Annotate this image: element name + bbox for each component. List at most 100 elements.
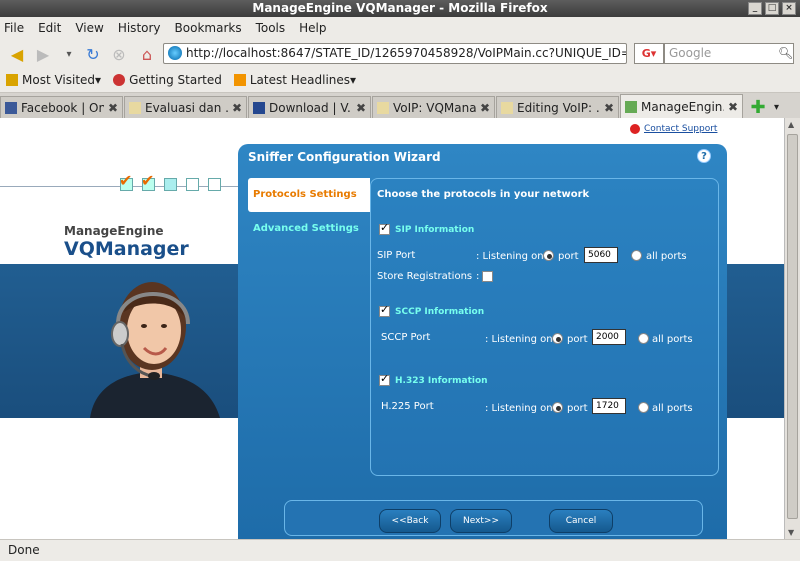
status-text: Done bbox=[8, 543, 40, 557]
close-tab-icon[interactable]: ✖ bbox=[356, 101, 366, 115]
wizard-button-bar: <<Back Next>> Cancel bbox=[284, 500, 703, 536]
sip-all-ports-label: all ports bbox=[646, 251, 687, 262]
tab-voip-vqmana[interactable]: VoIP: VQMana... ✖ bbox=[372, 96, 495, 118]
magnifier-icon[interactable]: 🔍︎ bbox=[778, 46, 793, 60]
contact-support-link[interactable]: Contact Support bbox=[630, 124, 717, 134]
close-tab-icon[interactable]: ✖ bbox=[604, 101, 614, 115]
firefox-icon bbox=[113, 74, 126, 86]
menu-help[interactable]: Help bbox=[299, 21, 326, 35]
scrollbar-thumb[interactable] bbox=[787, 134, 798, 519]
history-dropdown-icon[interactable]: ▾ bbox=[58, 43, 80, 65]
sip-section-label: SIP Information bbox=[395, 224, 475, 235]
sip-checkbox[interactable] bbox=[379, 221, 390, 235]
wizard-side-nav: Protocols Settings Advanced Settings bbox=[248, 178, 370, 246]
h323-section-header: H.323 Information bbox=[379, 372, 488, 386]
home-icon[interactable]: ⌂ bbox=[136, 43, 158, 65]
sip-port-input[interactable]: 5060 bbox=[584, 247, 618, 263]
close-window-button[interactable]: × bbox=[782, 2, 796, 15]
menu-bookmarks[interactable]: Bookmarks bbox=[175, 21, 242, 35]
tab-download[interactable]: Download | V... ✖ bbox=[248, 96, 371, 118]
url-bar[interactable]: http://localhost:8647/STATE_ID/126597045… bbox=[163, 43, 627, 64]
sccp-checkbox[interactable] bbox=[379, 303, 390, 317]
sccp-section-label: SCCP Information bbox=[395, 306, 485, 317]
back-button[interactable]: <<Back bbox=[379, 509, 441, 533]
contact-support-label: Contact Support bbox=[644, 124, 718, 134]
bookmark-label: Latest Headlines▾ bbox=[249, 73, 357, 87]
menu-file[interactable]: File bbox=[4, 21, 24, 35]
back-arrow-icon[interactable]: ◀ bbox=[6, 43, 28, 65]
h225-all-ports-radio[interactable] bbox=[638, 402, 649, 413]
forward-arrow-icon[interactable]: ▶ bbox=[32, 43, 54, 65]
minimize-button[interactable]: _ bbox=[748, 2, 762, 15]
tab-facebook[interactable]: Facebook | On... ✖ bbox=[0, 96, 123, 118]
step-indicator: ✔ bbox=[119, 171, 133, 191]
step-indicator bbox=[208, 178, 221, 191]
menu-tools[interactable]: Tools bbox=[256, 21, 286, 35]
close-tab-icon[interactable]: ✖ bbox=[108, 101, 118, 115]
stop-icon[interactable]: ⊗ bbox=[108, 43, 130, 65]
h225-port-input[interactable]: 1720 bbox=[592, 398, 626, 414]
bookmarks-toolbar: Most Visited▾ Getting Started Latest Hea… bbox=[0, 68, 800, 93]
h323-checkbox[interactable] bbox=[379, 372, 390, 386]
h225-listening-label: : Listening on bbox=[485, 403, 553, 414]
close-tab-icon[interactable]: ✖ bbox=[232, 101, 242, 115]
sip-port-radio[interactable] bbox=[543, 250, 554, 261]
tab-label: Facebook | On... bbox=[21, 100, 104, 115]
tab-evaluasi[interactable]: Evaluasi dan ... ✖ bbox=[124, 96, 247, 118]
h225-all-ports-label: all ports bbox=[652, 403, 693, 414]
sccp-port-radio[interactable] bbox=[552, 333, 563, 344]
wizard-title: Sniffer Configuration Wizard bbox=[248, 150, 441, 164]
status-bar: Done bbox=[0, 539, 800, 561]
nav-advanced-settings[interactable]: Advanced Settings bbox=[248, 212, 370, 246]
page-icon bbox=[377, 101, 389, 114]
tab-editing-voip[interactable]: Editing VoIP: ... ✖ bbox=[496, 96, 619, 118]
maximize-button[interactable]: □ bbox=[765, 2, 779, 15]
scroll-up-arrow-icon[interactable]: ▲ bbox=[788, 120, 794, 129]
page-icon bbox=[129, 101, 141, 114]
vertical-scrollbar[interactable]: ▲ ▼ bbox=[784, 118, 800, 539]
reload-icon[interactable]: ↻ bbox=[82, 43, 104, 65]
cancel-button[interactable]: Cancel bbox=[549, 509, 613, 533]
sccp-listening-label: : Listening on bbox=[485, 334, 553, 345]
sccp-port-input[interactable]: 2000 bbox=[592, 329, 626, 345]
scroll-down-arrow-icon[interactable]: ▼ bbox=[788, 528, 794, 537]
panel-heading: Choose the protocols in your network bbox=[377, 189, 590, 200]
new-tab-plus-icon[interactable]: ✚ bbox=[748, 98, 768, 118]
sip-all-ports-radio[interactable] bbox=[631, 250, 642, 261]
rss-feed-icon bbox=[233, 74, 246, 86]
tab-manageengine[interactable]: ManageEngin... ✖ bbox=[620, 94, 743, 118]
manageengine-logo-text: ManageEngine bbox=[64, 224, 164, 238]
bookmark-getting-started[interactable]: Getting Started bbox=[113, 73, 222, 87]
menu-history[interactable]: History bbox=[118, 21, 161, 35]
bookmark-latest-headlines[interactable]: Latest Headlines▾ bbox=[233, 73, 357, 87]
search-input[interactable]: Google bbox=[664, 43, 794, 64]
help-icon[interactable]: ? bbox=[697, 149, 711, 163]
checkmark-icon: ✔ bbox=[119, 171, 133, 190]
manageengine-icon bbox=[625, 100, 637, 113]
support-agent-illustration bbox=[90, 282, 220, 418]
site-identity-icon[interactable] bbox=[168, 46, 182, 60]
h225-port-radio[interactable] bbox=[552, 402, 563, 413]
store-registrations-checkbox[interactable] bbox=[482, 271, 493, 282]
support-icon bbox=[630, 124, 640, 134]
sip-port-label: SIP Port bbox=[377, 250, 416, 261]
menu-view[interactable]: View bbox=[75, 21, 103, 35]
tab-label: Editing VoIP: ... bbox=[517, 100, 600, 115]
nav-protocols-settings[interactable]: Protocols Settings bbox=[248, 178, 370, 212]
h225-port-radio-label: port bbox=[567, 403, 588, 414]
close-tab-icon[interactable]: ✖ bbox=[480, 101, 490, 115]
sccp-port-radio-label: port bbox=[567, 334, 588, 345]
bookmark-most-visited[interactable]: Most Visited▾ bbox=[6, 73, 101, 87]
close-tab-icon[interactable]: ✖ bbox=[728, 100, 738, 114]
window-title-bar: ManageEngine VQManager - Mozilla Firefox… bbox=[0, 0, 800, 17]
step-indicator bbox=[186, 178, 199, 191]
window-title: ManageEngine VQManager - Mozilla Firefox bbox=[252, 1, 548, 15]
search-engine-selector-icon[interactable]: G▾ bbox=[634, 43, 664, 64]
sccp-all-ports-radio[interactable] bbox=[638, 333, 649, 344]
next-button[interactable]: Next>> bbox=[450, 509, 512, 533]
step-indicator: ✔ bbox=[141, 171, 155, 191]
protocols-panel: Choose the protocols in your network SIP… bbox=[370, 178, 719, 476]
sip-section-header: SIP Information bbox=[379, 221, 475, 235]
menu-edit[interactable]: Edit bbox=[38, 21, 61, 35]
tab-list-chevron-icon[interactable]: ▾ bbox=[774, 98, 790, 118]
